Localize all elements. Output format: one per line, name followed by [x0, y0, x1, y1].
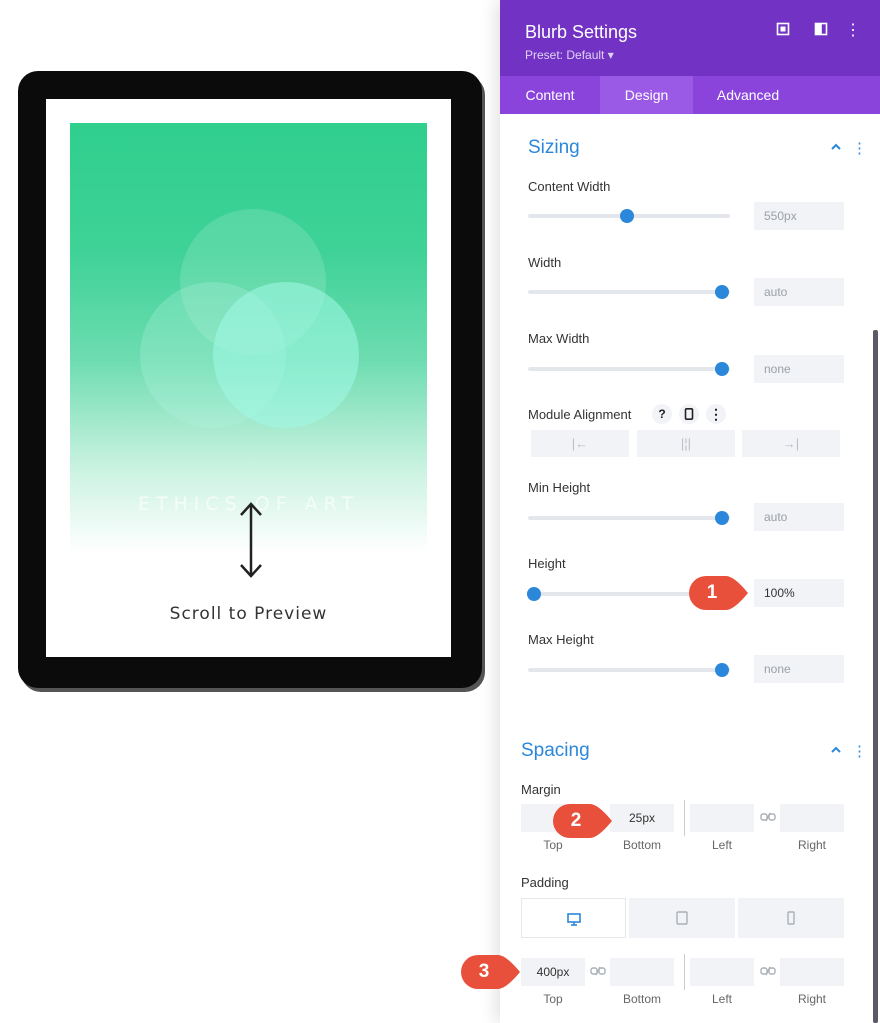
panel-scrollbar[interactable] — [873, 330, 878, 1023]
slider-thumb[interactable] — [714, 285, 729, 299]
panel-header: Blurb Settings Preset: Default ▾ ⋮ — [500, 0, 880, 76]
margin-right-input[interactable] — [780, 804, 844, 832]
padding-top-input[interactable]: 400px — [521, 958, 585, 986]
height-label: Height — [528, 556, 566, 571]
align-center-button[interactable]: |¦| — [637, 430, 735, 457]
more-icon[interactable]: ⋮ — [706, 404, 726, 424]
tab-design[interactable]: Design — [600, 76, 693, 114]
align-left-icon: |← — [571, 436, 589, 451]
tablet-icon — [676, 911, 688, 925]
margin-label: Margin — [521, 782, 561, 797]
desktop-icon — [567, 913, 581, 926]
tablet-preview: ETHICS OF ART Scroll to Preview — [18, 71, 482, 688]
link-icon[interactable] — [590, 965, 606, 980]
link-icon[interactable] — [760, 965, 776, 980]
more-icon[interactable]: ⋮ — [852, 139, 867, 157]
phone-view-tab[interactable] — [738, 898, 844, 938]
padding-label: Padding — [521, 875, 569, 890]
margin-bottom-input[interactable]: 25px — [610, 804, 674, 832]
spacing-section-title[interactable]: Spacing — [521, 740, 590, 762]
phone-icon — [787, 911, 795, 925]
align-center-icon: |¦| — [680, 436, 692, 451]
padding-right-label: Right — [797, 992, 826, 1006]
art-circle — [213, 282, 359, 428]
mobile-icon[interactable] — [679, 404, 699, 424]
align-right-icon: →| — [782, 436, 800, 451]
callout-badge: 1 — [688, 575, 750, 611]
link-icon[interactable] — [760, 811, 776, 826]
padding-bottom-label: Bottom — [622, 992, 661, 1006]
content-width-label: Content Width — [528, 179, 611, 194]
callout-number: 1 — [706, 582, 718, 603]
max-width-label: Max Width — [528, 331, 590, 346]
padding-bottom-input[interactable] — [610, 958, 674, 986]
width-label: Width — [528, 255, 562, 270]
preview-screen: ETHICS OF ART Scroll to Preview — [46, 99, 451, 657]
chevron-up-icon[interactable] — [830, 140, 842, 155]
module-alignment-label: Module Alignment — [528, 407, 632, 422]
min-height-input[interactable]: auto — [754, 503, 844, 531]
chevron-up-icon[interactable] — [830, 743, 842, 758]
content-width-input[interactable]: 550px — [754, 202, 844, 230]
min-height-label: Min Height — [528, 480, 591, 495]
padding-left-label: Left — [711, 992, 732, 1006]
min-height-slider[interactable] — [528, 511, 730, 525]
max-height-slider[interactable] — [528, 663, 730, 677]
panel-title: Blurb Settings — [525, 22, 638, 42]
margin-top-label: Top — [543, 838, 563, 852]
callout-number: 3 — [478, 961, 490, 982]
settings-tabs: Content Design Advanced — [500, 76, 880, 114]
slider-thumb[interactable] — [619, 209, 634, 223]
slider-thumb[interactable] — [714, 663, 729, 677]
tab-advanced[interactable]: Advanced — [693, 76, 803, 114]
slider-thumb[interactable] — [714, 511, 729, 525]
callout-number: 2 — [570, 810, 582, 831]
margin-right-label: Right — [797, 838, 826, 852]
blurb-image: ETHICS OF ART — [70, 123, 427, 553]
divider — [684, 800, 685, 836]
margin-left-input[interactable] — [690, 804, 754, 832]
desktop-view-tab[interactable] — [521, 898, 626, 938]
max-width-input[interactable]: none — [754, 355, 844, 383]
more-icon[interactable]: ⋮ — [844, 22, 862, 40]
height-input[interactable]: 100% — [754, 579, 844, 607]
width-input[interactable]: auto — [754, 278, 844, 306]
content-width-slider[interactable] — [528, 209, 730, 223]
slider-thumb[interactable] — [527, 587, 542, 601]
preset-selector[interactable]: Preset: Default ▾ — [525, 48, 614, 62]
align-right-button[interactable]: →| — [742, 430, 840, 457]
margin-bottom-label: Bottom — [622, 838, 661, 852]
up-down-arrow-icon — [240, 502, 262, 578]
max-height-label: Max Height — [528, 632, 594, 647]
split-view-icon[interactable] — [812, 22, 830, 40]
help-icon[interactable]: ? — [652, 404, 672, 424]
tab-content[interactable]: Content — [500, 76, 600, 114]
scroll-to-preview-label: Scroll to Preview — [169, 604, 328, 624]
sizing-section-title[interactable]: Sizing — [528, 137, 580, 159]
padding-right-input[interactable] — [780, 958, 844, 986]
align-left-button[interactable]: |← — [531, 430, 629, 457]
padding-left-input[interactable] — [690, 958, 754, 986]
padding-top-label: Top — [543, 992, 563, 1006]
fullscreen-icon[interactable] — [774, 22, 792, 40]
slider-thumb[interactable] — [714, 362, 729, 376]
more-icon[interactable]: ⋮ — [852, 742, 867, 760]
tablet-view-tab[interactable] — [629, 898, 735, 938]
callout-badge: 2 — [552, 803, 614, 839]
max-height-input[interactable]: none — [754, 655, 844, 683]
blurb-settings-panel: Blurb Settings Preset: Default ▾ ⋮ Conte… — [500, 0, 880, 1023]
margin-left-label: Left — [711, 838, 732, 852]
divider — [684, 954, 685, 990]
max-width-slider[interactable] — [528, 362, 730, 376]
width-slider[interactable] — [528, 285, 730, 299]
callout-badge: 3 — [460, 954, 522, 990]
